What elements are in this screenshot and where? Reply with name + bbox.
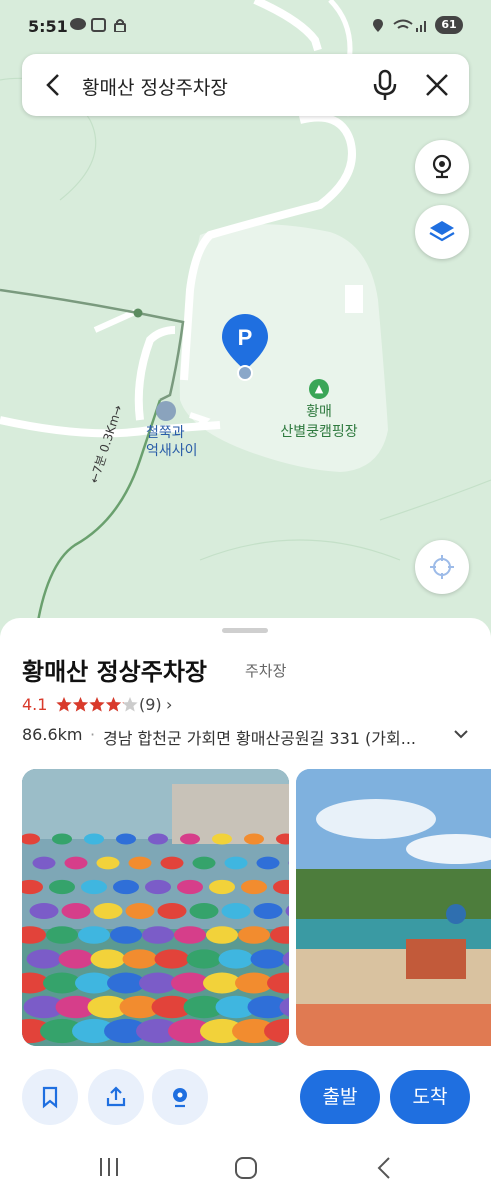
place-name: 황매산 정상주차장 — [22, 658, 207, 686]
rating-value: 4.1 — [22, 695, 48, 714]
trail-node — [133, 308, 143, 318]
distance: 86.6km — [22, 725, 83, 744]
restaurant-icon[interactable] — [156, 401, 176, 421]
status-bar: 5:51 61 — [0, 0, 491, 52]
share-icon — [106, 1086, 126, 1107]
signal-icon — [416, 21, 426, 32]
street-view-icon — [173, 1088, 187, 1108]
place-photo[interactable] — [22, 769, 289, 1046]
review-count[interactable]: (9) — [139, 695, 162, 714]
parking-pin-icon[interactable]: P — [220, 312, 270, 382]
clock: 5:51 — [28, 17, 68, 36]
chevron-down-icon[interactable] — [452, 727, 470, 741]
search-query[interactable]: 황매산 정상주차장 — [82, 73, 228, 100]
separator: · — [90, 725, 96, 744]
arrive-button[interactable]: 도착 — [390, 1070, 470, 1124]
system-nav-bar — [0, 1134, 491, 1200]
close-icon[interactable] — [424, 72, 450, 98]
my-location-button[interactable] — [415, 540, 469, 594]
wifi-icon — [393, 19, 413, 29]
contour — [379, 479, 491, 521]
talk-notification-icon — [70, 18, 86, 30]
share-button[interactable] — [88, 1069, 144, 1125]
chevron-right-icon[interactable]: › — [166, 695, 172, 714]
home-icon[interactable] — [234, 1156, 258, 1180]
umbrella-photo — [22, 769, 289, 1046]
street-view-icon — [432, 154, 452, 179]
back-arrow-icon[interactable] — [40, 71, 68, 99]
street-view-button[interactable] — [415, 140, 469, 194]
recent-apps-icon[interactable] — [98, 1156, 122, 1178]
road — [93, 309, 137, 333]
contour — [199, 539, 401, 561]
camping-icon[interactable]: ▲ — [309, 379, 329, 399]
news-notification-icon — [91, 18, 106, 32]
star-rating-icon — [56, 697, 138, 712]
restaurant-label[interactable]: 철쭉과 억새사이 — [146, 424, 198, 460]
crosshair-icon — [430, 555, 454, 579]
place-photo[interactable] — [296, 769, 491, 1046]
trail — [0, 288, 185, 402]
map-view[interactable]: P 철쭉과 억새사이 ▲ 황매 산별쿵캠핑장 ←7분 0.3Km→ 5:51 6… — [0, 0, 491, 640]
location-icon — [373, 19, 383, 32]
back-icon[interactable] — [374, 1156, 394, 1180]
search-bar[interactable]: 황매산 정상주차장 — [22, 54, 469, 116]
bookmark-icon — [42, 1086, 58, 1109]
playground-photo — [296, 769, 491, 1046]
place-category: 주차장 — [245, 662, 287, 680]
pin-label: P — [238, 325, 253, 350]
sheet-handle[interactable] — [222, 628, 268, 633]
street-view-action-button[interactable] — [152, 1069, 208, 1125]
address: 경남 합천군 가회면 황매산공원길 331 (가회... — [103, 729, 416, 748]
layers-icon — [429, 221, 455, 242]
bookmark-button[interactable] — [22, 1069, 78, 1125]
camping-label[interactable]: 황매 산별쿵캠핑장 — [272, 402, 366, 442]
map-layers-button[interactable] — [415, 205, 469, 259]
depart-button[interactable]: 출발 — [300, 1070, 380, 1124]
microphone-icon[interactable] — [370, 69, 400, 101]
lock-icon — [114, 19, 126, 32]
battery-indicator: 61 — [435, 16, 463, 34]
building — [345, 285, 363, 313]
